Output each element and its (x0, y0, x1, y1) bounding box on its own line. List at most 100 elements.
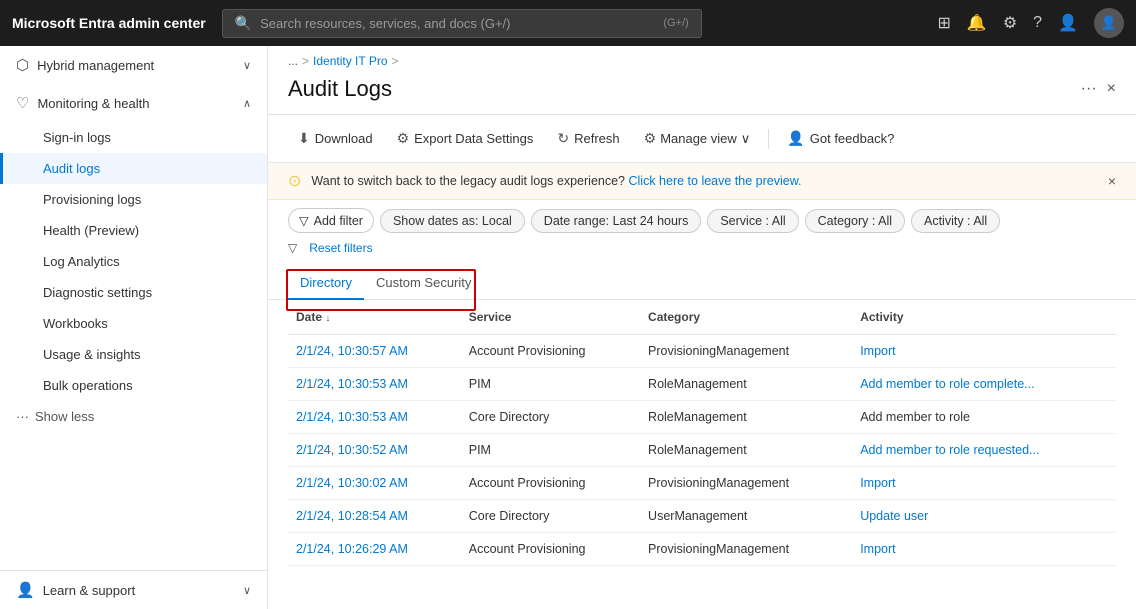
filter-chip-service[interactable]: Service : All (707, 209, 798, 233)
tab-directory[interactable]: Directory (288, 267, 364, 300)
sidebar-item-workbooks[interactable]: Workbooks (0, 308, 267, 339)
sidebar-bulk-label: Bulk operations (43, 378, 133, 393)
table-row: 2/1/24, 10:30:52 AM PIM RoleManagement A… (288, 434, 1116, 467)
filter-chip-daterange[interactable]: Date range: Last 24 hours (531, 209, 702, 233)
banner-link[interactable]: Click here to leave the preview. (629, 174, 802, 188)
cell-date-6[interactable]: 2/1/24, 10:26:29 AM (288, 533, 461, 566)
sidebar-section-monitoring[interactable]: ♡ Monitoring & health ∧ (0, 84, 267, 122)
cell-activity-5[interactable]: Update user (852, 500, 1116, 533)
col-category[interactable]: Category (640, 300, 852, 335)
sidebar-item-health[interactable]: Health (Preview) (0, 215, 267, 246)
breadcrumb-sep-2: > (392, 54, 399, 68)
sidebar-health-label: Health (Preview) (43, 223, 139, 238)
search-icon: 🔍 (235, 15, 252, 32)
sidebar-provisioning-label: Provisioning logs (43, 192, 141, 207)
table-area: Date ↓ Service Category Activity (268, 300, 1136, 609)
search-shortcut: (G+/) (663, 17, 688, 29)
cell-category-6: ProvisioningManagement (640, 533, 852, 566)
refresh-button[interactable]: ↻ Refresh (547, 125, 629, 152)
reset-filter-icon: ▽ (288, 241, 297, 255)
banner-close-button[interactable]: × (1108, 173, 1116, 189)
feedback-button[interactable]: 👤 Got feedback? (777, 125, 904, 152)
cell-service-1: PIM (461, 368, 640, 401)
filter-chip-dates[interactable]: Show dates as: Local (380, 209, 525, 233)
search-input[interactable] (260, 16, 655, 31)
download-icon: ⬇ (298, 130, 310, 147)
sidebar-usage-label: Usage & insights (43, 347, 141, 362)
cell-date-5[interactable]: 2/1/24, 10:28:54 AM (288, 500, 461, 533)
table-row: 2/1/24, 10:28:54 AM Core Directory UserM… (288, 500, 1116, 533)
filter-chip-category[interactable]: Category : All (805, 209, 905, 233)
manage-view-chevron-icon: ∨ (741, 131, 751, 147)
col-service[interactable]: Service (461, 300, 640, 335)
page-title: Audit Logs (288, 76, 1071, 102)
cell-activity-0[interactable]: Import (852, 335, 1116, 368)
cell-service-4: Account Provisioning (461, 467, 640, 500)
avatar[interactable]: 👤 (1094, 8, 1124, 38)
sidebar-item-usage[interactable]: Usage & insights (0, 339, 267, 370)
breadcrumb-dots[interactable]: ... (288, 54, 298, 68)
close-button[interactable]: × (1107, 80, 1116, 98)
export-icon: ⚙ (397, 130, 410, 147)
sidebar-show-less[interactable]: ··· Show less (0, 401, 267, 432)
sidebar-item-signin[interactable]: Sign-in logs (0, 122, 267, 153)
sidebar-section-hybrid[interactable]: ⬡ Hybrid management ∨ (0, 46, 267, 84)
portal-icon[interactable]: ⊞ (938, 13, 951, 33)
sidebar-item-diagnostic[interactable]: Diagnostic settings (0, 277, 267, 308)
info-banner-text: Want to switch back to the legacy audit … (311, 174, 1097, 188)
refresh-icon: ↻ (557, 130, 569, 147)
sidebar-item-audit[interactable]: Audit logs (0, 153, 267, 184)
table-row: 2/1/24, 10:30:53 AM PIM RoleManagement A… (288, 368, 1116, 401)
page-menu-icon[interactable]: ··· (1081, 80, 1097, 98)
settings-icon[interactable]: ⚙ (1003, 13, 1017, 33)
content-area: ... > Identity IT Pro > Audit Logs ··· ×… (268, 46, 1136, 609)
bell-icon[interactable]: 🔔 (967, 13, 987, 33)
sidebar-monitoring-label: Monitoring & health (37, 96, 149, 111)
reset-filters-button[interactable]: Reset filters (301, 239, 380, 257)
cell-date-1[interactable]: 2/1/24, 10:30:53 AM (288, 368, 461, 401)
tab-custom-security[interactable]: Custom Security (364, 267, 483, 300)
breadcrumb-identity[interactable]: Identity IT Pro (313, 54, 387, 68)
add-filter-button[interactable]: ▽ Add filter (288, 208, 374, 233)
cell-date-3[interactable]: 2/1/24, 10:30:52 AM (288, 434, 461, 467)
feedback-icon: 👤 (787, 130, 804, 147)
filter-chip-activity[interactable]: Activity : All (911, 209, 1000, 233)
cell-activity-1[interactable]: Add member to role complete... (852, 368, 1116, 401)
sidebar-item-bulk[interactable]: Bulk operations (0, 370, 267, 401)
sidebar-learn-support[interactable]: 👤 Learn & support ∨ (0, 571, 267, 609)
cell-activity-4[interactable]: Import (852, 467, 1116, 500)
nav-icons: ⊞ 🔔 ⚙ ? 👤 👤 (938, 8, 1125, 38)
cell-service-3: PIM (461, 434, 640, 467)
cell-category-4: ProvisioningManagement (640, 467, 852, 500)
export-label: Export Data Settings (414, 131, 533, 146)
sidebar-diagnostic-label: Diagnostic settings (43, 285, 152, 300)
cell-category-1: RoleManagement (640, 368, 852, 401)
cell-date-2[interactable]: 2/1/24, 10:30:53 AM (288, 401, 461, 434)
feedback-label: Got feedback? (810, 131, 895, 146)
feedback-nav-icon[interactable]: 👤 (1058, 13, 1078, 33)
table-row: 2/1/24, 10:30:53 AM Core Directory RoleM… (288, 401, 1116, 434)
toolbar: ⬇ Download ⚙ Export Data Settings ↻ Refr… (268, 115, 1136, 163)
manage-view-label: Manage view (660, 131, 737, 146)
cell-activity-3[interactable]: Add member to role requested... (852, 434, 1116, 467)
sidebar-item-loganalytics[interactable]: Log Analytics (0, 246, 267, 277)
show-less-label: Show less (35, 409, 94, 424)
cell-activity-6[interactable]: Import (852, 533, 1116, 566)
cell-service-0: Account Provisioning (461, 335, 640, 368)
col-activity[interactable]: Activity (852, 300, 1116, 335)
search-bar[interactable]: 🔍 (G+/) (222, 9, 702, 38)
col-date[interactable]: Date ↓ (288, 300, 461, 335)
manage-view-button[interactable]: ⚙ Manage view ∨ (634, 125, 761, 152)
hybrid-icon: ⬡ (16, 56, 29, 74)
cell-category-3: RoleManagement (640, 434, 852, 467)
cell-date-4[interactable]: 2/1/24, 10:30:02 AM (288, 467, 461, 500)
cell-category-0: ProvisioningManagement (640, 335, 852, 368)
sidebar-item-provisioning[interactable]: Provisioning logs (0, 184, 267, 215)
export-button[interactable]: ⚙ Export Data Settings (387, 125, 544, 152)
help-icon[interactable]: ? (1033, 14, 1042, 32)
cell-date-0[interactable]: 2/1/24, 10:30:57 AM (288, 335, 461, 368)
download-button[interactable]: ⬇ Download (288, 125, 383, 152)
sidebar-audit-label: Audit logs (43, 161, 100, 176)
sort-date-icon: ↓ (325, 313, 330, 324)
filter-icon: ▽ (299, 213, 309, 228)
